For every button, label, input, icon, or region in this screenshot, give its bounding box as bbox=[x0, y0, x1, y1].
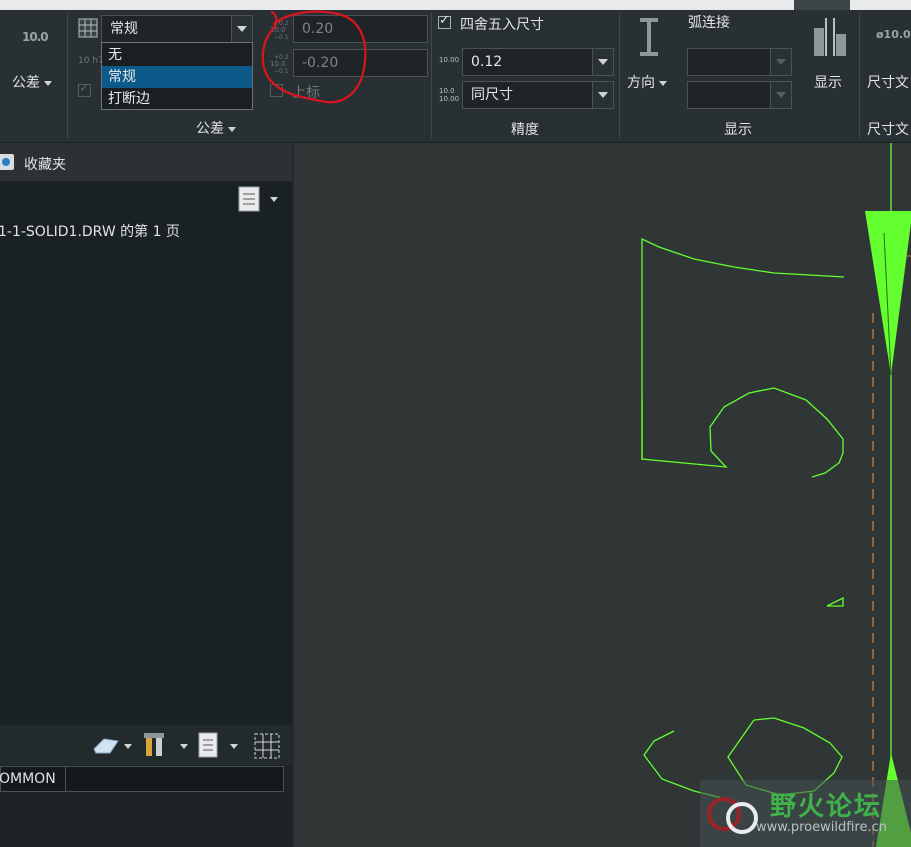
tolerance-display-value: 常规 bbox=[110, 21, 138, 37]
tree-options-button[interactable] bbox=[238, 186, 284, 212]
display-label: 显示 bbox=[814, 75, 842, 91]
tolerance-label: 公差 bbox=[12, 75, 40, 91]
chevron-down-icon[interactable] bbox=[228, 126, 236, 132]
document-options-icon[interactable] bbox=[198, 732, 242, 758]
dimension-text-group-label: 尺寸文 bbox=[867, 122, 909, 138]
tools-icon[interactable] bbox=[144, 731, 190, 759]
dimension-text-label: 尺寸文 bbox=[867, 75, 909, 91]
dual-dimension-icon: 10.0 10.00 bbox=[439, 87, 460, 103]
watermark-title: 野火论坛 bbox=[770, 792, 883, 822]
option-normal[interactable]: 常规 bbox=[102, 66, 252, 88]
round-dimension-checkbox[interactable] bbox=[438, 13, 451, 29]
display-group-label: 显示 bbox=[724, 122, 752, 138]
direction-icon bbox=[640, 18, 658, 56]
dropdown-arrow-icon[interactable] bbox=[592, 82, 613, 108]
eraser-icon[interactable] bbox=[90, 733, 134, 757]
arc-select-2[interactable] bbox=[687, 81, 792, 109]
round-dimension-label: 四舍五入尺寸 bbox=[460, 17, 544, 33]
dual-dimension-value: 同尺寸 bbox=[471, 87, 513, 103]
tolerance-display-icon bbox=[78, 18, 98, 38]
direction-label: 方向 bbox=[627, 75, 655, 91]
layer-toolbar bbox=[0, 725, 292, 765]
layer-grid-icon[interactable] bbox=[254, 733, 280, 759]
favorites-icon bbox=[0, 154, 14, 170]
direction-button[interactable]: 方向 bbox=[624, 14, 674, 98]
divider bbox=[67, 12, 68, 138]
chevron-down-icon bbox=[659, 80, 667, 86]
layer-name-value: OMMON bbox=[0, 771, 56, 787]
arrowhead-top bbox=[865, 211, 911, 375]
arc-connection-label: 弧连接 bbox=[688, 15, 730, 31]
favorites-bar: 收藏夹 bbox=[0, 143, 292, 181]
sketch-triangle bbox=[826, 596, 844, 607]
precision-group-label: 精度 bbox=[511, 122, 539, 138]
dual-dimension-select[interactable]: 同尺寸 bbox=[462, 81, 614, 109]
divider bbox=[859, 12, 860, 138]
top-strip bbox=[0, 0, 911, 10]
decimal-places-value: 0.12 bbox=[471, 54, 503, 70]
top-strip-dark-segment bbox=[794, 0, 850, 10]
sketch-stroke bbox=[641, 387, 844, 478]
dropdown-arrow-icon[interactable] bbox=[770, 49, 791, 75]
option-none[interactable]: 无 bbox=[102, 44, 252, 66]
list-options-icon bbox=[238, 186, 278, 212]
field-divider bbox=[65, 767, 66, 791]
arc-select-1[interactable] bbox=[687, 48, 792, 76]
sketch-stroke bbox=[641, 237, 845, 460]
dropdown-arrow-icon[interactable] bbox=[592, 49, 613, 75]
fit-icon: 10 h7 bbox=[78, 56, 104, 66]
tolerance-icon: 10.0 bbox=[22, 30, 49, 44]
ribbon: 10.0 公差 常规 10 h7 +0.210.0−0.1 0.20 +0.21… bbox=[0, 10, 911, 143]
tolerance-display-select[interactable]: 常规 bbox=[101, 15, 253, 43]
red-annotation-circle bbox=[261, 10, 367, 104]
display-button[interactable]: 显示 bbox=[806, 14, 856, 98]
dropdown-arrow-icon[interactable] bbox=[770, 82, 791, 108]
decimal-places-icon: 10.00 bbox=[439, 56, 460, 64]
watermark-logo-icon bbox=[707, 797, 758, 834]
dimension-text-button[interactable]: ø10.00 尺寸文 bbox=[864, 14, 911, 98]
tolerance-group-label: 公差 bbox=[196, 121, 224, 137]
display-icon bbox=[814, 18, 846, 56]
model-tree: 1-1-SOLID1.DRW 的第 1 页 bbox=[0, 181, 292, 725]
tree-item-drawing-sheet[interactable]: 1-1-SOLID1.DRW 的第 1 页 bbox=[0, 221, 180, 241]
drawing-canvas[interactable] bbox=[294, 143, 911, 847]
dropdown-arrow-icon[interactable] bbox=[231, 16, 252, 42]
chevron-down-icon bbox=[44, 80, 52, 86]
watermark-url: www.proewildfire.cn bbox=[756, 820, 887, 835]
divider bbox=[619, 12, 620, 138]
favorites-label[interactable]: 收藏夹 bbox=[24, 154, 66, 174]
option-break-edge[interactable]: 打断边 bbox=[102, 88, 252, 110]
tolerance-checkbox[interactable] bbox=[78, 81, 91, 97]
dimension-text-icon: ø10.00 bbox=[876, 28, 911, 41]
divider bbox=[431, 12, 432, 138]
tolerance-button[interactable]: 10.0 公差 bbox=[8, 16, 62, 106]
decimal-places-select[interactable]: 0.12 bbox=[462, 48, 614, 76]
drawing-geometry bbox=[641, 143, 911, 847]
watermark: 野火论坛 www.proewildfire.cn bbox=[700, 780, 911, 847]
tolerance-display-dropdown-list: 无 常规 打断边 bbox=[101, 42, 253, 110]
layer-name-field[interactable]: OMMON bbox=[0, 766, 284, 792]
